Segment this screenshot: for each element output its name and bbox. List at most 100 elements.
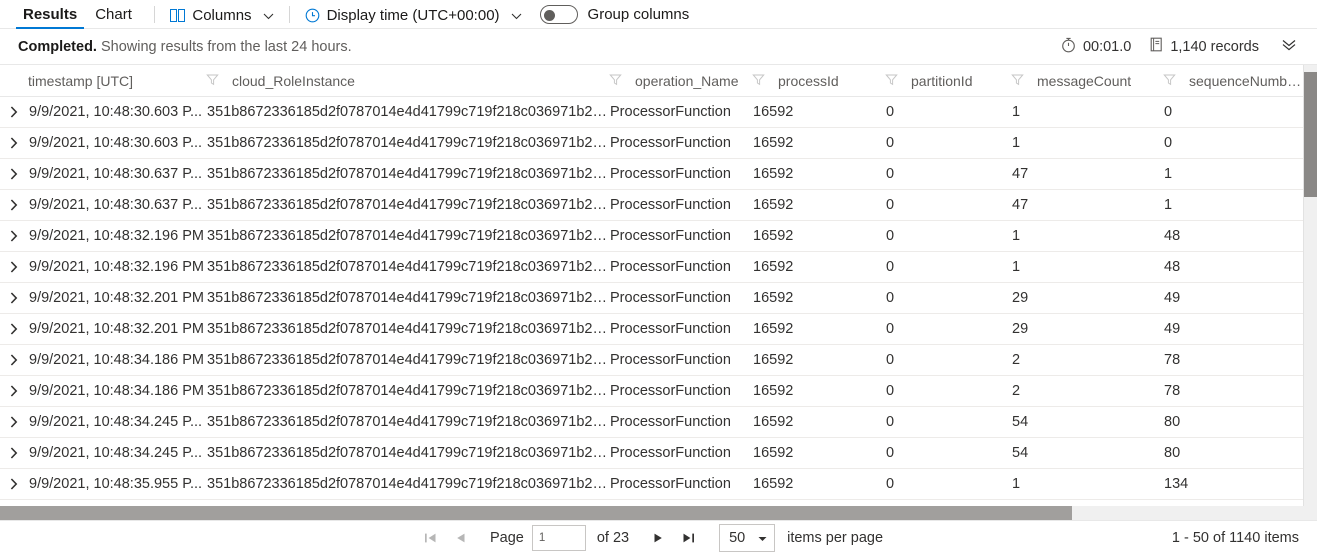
table-row[interactable]: 9/9/2021, 10:48:34.245 P... 351b867233618… xyxy=(0,406,1303,438)
toggle-knob xyxy=(544,9,556,21)
toggle-switch[interactable] xyxy=(539,5,578,24)
results-toolbar: Results Chart Columns Display time (UTC+… xyxy=(0,0,1317,29)
row-expand-chevron-icon[interactable] xyxy=(0,406,28,438)
cell-partitionId: 0 xyxy=(885,282,1011,314)
cell-value: 0 xyxy=(886,476,895,492)
column-header-messagecount[interactable]: messageCount xyxy=(1011,65,1163,97)
cell-value: 29 xyxy=(1012,290,1029,306)
table-row[interactable]: 9/9/2021, 10:48:32.196 PM 351b8672336185d… xyxy=(0,251,1303,283)
cell-operation_Name: ProcessorFunction xyxy=(609,406,752,438)
cell-value: ProcessorFunction xyxy=(610,321,731,337)
row-expand-chevron-icon[interactable] xyxy=(0,468,28,500)
row-expand-chevron-icon[interactable] xyxy=(0,344,28,376)
filter-icon-operation-name[interactable] xyxy=(609,73,622,89)
items-per-page-label: items per page xyxy=(787,530,884,546)
columns-button[interactable]: Columns xyxy=(168,7,276,29)
cell-value: ProcessorFunction xyxy=(610,383,731,399)
cell-value: 29 xyxy=(1012,321,1029,337)
cell-value: 2 xyxy=(1012,383,1021,399)
cell-value: 351b8672336185d2f0787014e4d41799c719f218… xyxy=(207,383,609,399)
column-header-partitionid-label: partitionId xyxy=(911,72,973,89)
vertical-scrollbar[interactable] xyxy=(1303,65,1317,506)
cell-value: 0 xyxy=(886,166,895,182)
cell-value: 1 xyxy=(1012,104,1021,120)
cell-operation_Name: ProcessorFunction xyxy=(609,220,752,252)
previous-page-button[interactable] xyxy=(446,525,476,551)
table-row[interactable]: 9/9/2021, 10:48:30.603 P... 351b867233618… xyxy=(0,96,1303,128)
columns-button-label: Columns xyxy=(192,7,252,24)
row-expand-chevron-icon[interactable] xyxy=(0,220,28,252)
cell-value: 134 xyxy=(1164,476,1189,492)
cell-cloud_RoleInstance: 351b8672336185d2f0787014e4d41799c719f218… xyxy=(206,344,609,376)
vertical-scrollbar-thumb[interactable] xyxy=(1304,72,1317,197)
table-row[interactable]: 9/9/2021, 10:48:35.955 P... 351b867233618… xyxy=(0,468,1303,500)
table-row[interactable]: 9/9/2021, 10:48:30.637 P... 351b867233618… xyxy=(0,189,1303,221)
cell-value: 9/9/2021, 10:48:34.186 PM xyxy=(29,383,204,399)
tab-chart[interactable]: Chart xyxy=(86,6,141,29)
items-per-page-select[interactable]: 50 xyxy=(719,524,776,552)
last-page-button[interactable] xyxy=(673,525,703,551)
table-row[interactable]: 9/9/2021, 10:48:32.201 PM 351b8672336185d… xyxy=(0,282,1303,314)
filter-icon-processid[interactable] xyxy=(752,73,765,89)
column-header-partitionid[interactable]: partitionId xyxy=(885,65,1011,97)
table-row[interactable]: 9/9/2021, 10:48:34.245 P... 351b867233618… xyxy=(0,437,1303,469)
next-page-button[interactable] xyxy=(643,525,673,551)
table-row[interactable]: 9/9/2021, 10:48:34.186 PM 351b8672336185d… xyxy=(0,344,1303,376)
filter-icon-sequencenumberstart[interactable] xyxy=(1163,73,1176,89)
display-time-button[interactable]: Display time (UTC+00:00) xyxy=(303,7,524,29)
cell-processId: 16592 xyxy=(752,437,885,469)
status-detail: Showing results from the last 24 hours. xyxy=(100,38,352,55)
cell-partitionId: 0 xyxy=(885,313,1011,345)
records-icon xyxy=(1149,37,1163,56)
table-header: timestamp [UTC] cloud_RoleInstance opera… xyxy=(0,65,1303,97)
row-expand-chevron-icon[interactable] xyxy=(0,437,28,469)
column-header-cloud-roleinstance[interactable]: cloud_RoleInstance xyxy=(206,65,609,97)
table-row[interactable]: 9/9/2021, 10:48:30.603 P... 351b867233618… xyxy=(0,127,1303,159)
results-grid-area: timestamp [UTC] cloud_RoleInstance opera… xyxy=(0,65,1317,520)
row-expand-chevron-icon[interactable] xyxy=(0,127,28,159)
cell-value: 80 xyxy=(1164,445,1181,461)
row-expand-chevron-icon[interactable] xyxy=(0,96,28,128)
cell-timestamp: 9/9/2021, 10:48:34.245 P... xyxy=(28,437,206,469)
page-number-input[interactable] xyxy=(531,525,586,551)
filter-icon-messagecount[interactable] xyxy=(1011,73,1024,89)
table-row[interactable]: 9/9/2021, 10:48:32.196 PM 351b8672336185d… xyxy=(0,220,1303,252)
row-expand-chevron-icon[interactable] xyxy=(0,251,28,283)
row-expand-chevron-icon[interactable] xyxy=(0,158,28,190)
tab-results[interactable]: Results xyxy=(14,6,86,29)
table-row[interactable]: 9/9/2021, 10:48:34.186 PM 351b8672336185d… xyxy=(0,375,1303,407)
expand-all-button[interactable] xyxy=(1277,38,1301,56)
cell-value: 351b8672336185d2f0787014e4d41799c719f218… xyxy=(207,259,609,275)
cell-value: 48 xyxy=(1164,259,1181,275)
cell-value: 1 xyxy=(1012,476,1021,492)
cell-value: 351b8672336185d2f0787014e4d41799c719f218… xyxy=(207,197,609,213)
table-row[interactable]: 9/9/2021, 10:48:32.201 PM 351b8672336185d… xyxy=(0,313,1303,345)
table-row[interactable]: 9/9/2021, 10:48:30.637 P... 351b867233618… xyxy=(0,158,1303,190)
column-header-timestamp[interactable]: timestamp [UTC] xyxy=(28,65,206,97)
column-header-processid[interactable]: processId xyxy=(752,65,885,97)
page-total-label: of 23 xyxy=(596,530,630,546)
clock-icon xyxy=(305,8,320,23)
filter-icon-partitionid[interactable] xyxy=(885,73,898,89)
row-expand-chevron-icon[interactable] xyxy=(0,375,28,407)
cell-messageCount: 1 xyxy=(1011,127,1163,159)
cell-value: 351b8672336185d2f0787014e4d41799c719f218… xyxy=(207,135,609,151)
row-expand-chevron-icon[interactable] xyxy=(0,282,28,314)
pager: Page of 23 50 items per page xyxy=(416,524,883,552)
column-header-operation-name[interactable]: operation_Name xyxy=(609,65,752,97)
row-expand-chevron-icon[interactable] xyxy=(0,313,28,345)
filter-icon-cloud-roleinstance[interactable] xyxy=(206,73,219,89)
group-columns-toggle[interactable]: Group columns xyxy=(539,5,689,24)
horizontal-scrollbar-thumb[interactable] xyxy=(0,506,1072,520)
column-header-sequencenumberstart[interactable]: sequenceNumberStart xyxy=(1163,65,1303,97)
horizontal-scrollbar[interactable] xyxy=(0,506,1317,520)
cell-value: 16592 xyxy=(753,352,794,368)
cell-sequenceNumberStart: 0 xyxy=(1163,96,1303,128)
cell-value: 351b8672336185d2f0787014e4d41799c719f218… xyxy=(207,228,609,244)
cell-value: 0 xyxy=(886,414,895,430)
cell-value: 351b8672336185d2f0787014e4d41799c719f218… xyxy=(207,352,609,368)
row-expand-chevron-icon[interactable] xyxy=(0,189,28,221)
column-header-sequencenumberstart-label: sequenceNumberStart xyxy=(1189,72,1303,89)
first-page-button[interactable] xyxy=(416,525,446,551)
cell-partitionId: 0 xyxy=(885,344,1011,376)
